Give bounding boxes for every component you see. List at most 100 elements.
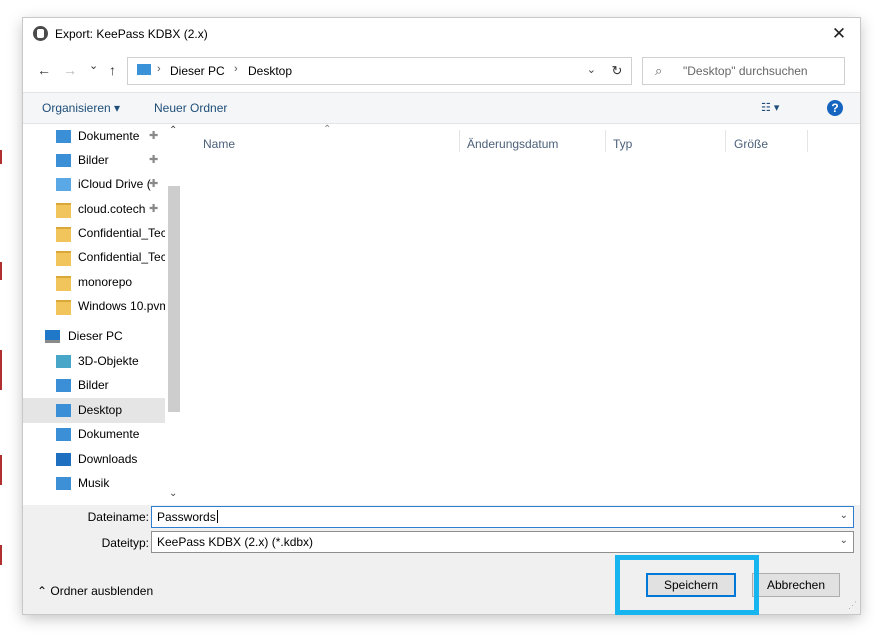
breadcrumb-dieser-pc[interactable]: Dieser PC xyxy=(170,64,225,78)
sidebar-item-label: Confidential_Tec xyxy=(78,226,167,240)
scroll-down-icon[interactable]: ⌄ xyxy=(169,488,177,499)
background-edge xyxy=(0,0,22,640)
column-divider[interactable] xyxy=(807,130,808,152)
pictures-icon xyxy=(56,154,71,167)
new-folder-button[interactable]: Neuer Ordner xyxy=(154,101,227,115)
sort-ascending-icon: ⌃ xyxy=(323,124,332,135)
forward-button[interactable]: → xyxy=(63,62,77,78)
sidebar-item-windows-10-pvm[interactable]: Windows 10.pvm xyxy=(23,294,169,319)
pin-icon: ✚ xyxy=(149,203,159,215)
sidebar-item-monorepo[interactable]: monorepo xyxy=(23,270,165,295)
documents-icon xyxy=(56,130,71,143)
sidebar-item-label: Confidential_Tec xyxy=(78,250,167,264)
sidebar-item-dokumente-pc[interactable]: Dokumente xyxy=(23,422,165,447)
column-header-name[interactable]: Name xyxy=(203,137,235,151)
3d-objects-icon xyxy=(56,355,71,368)
keepass-lock-icon xyxy=(33,26,48,41)
refresh-button[interactable]: ↻ xyxy=(603,57,632,85)
folder-icon xyxy=(56,203,71,218)
window-title: Export: KeePass KDBX (2.x) xyxy=(55,27,208,41)
filetype-dropdown-icon[interactable]: ⌄ xyxy=(840,535,848,546)
sidebar-item-label: cloud.cotech xyxy=(78,202,146,216)
file-list[interactable]: ⌃ Name Änderungsdatum Typ Größe xyxy=(183,124,860,505)
cancel-button[interactable]: Abbrechen xyxy=(752,573,840,597)
sidebar-item-downloads[interactable]: Downloads xyxy=(23,447,165,472)
sidebar-item-label: Dokumente xyxy=(78,129,140,143)
filename-label: Dateiname: xyxy=(87,510,149,524)
resize-grip-icon[interactable]: ⋰ xyxy=(848,600,857,611)
address-dropdown-icon[interactable]: ⌄ xyxy=(587,63,596,76)
sidebar-item-musik[interactable]: Musik xyxy=(23,471,165,496)
scrollbar-thumb[interactable] xyxy=(168,186,180,412)
filetype-select[interactable]: KeePass KDBX (2.x) (*.kdbx) ⌄ xyxy=(151,531,854,553)
sidebar-item-bilder[interactable]: Bilder ✚ xyxy=(23,148,165,173)
command-bar: Organisieren ▾ Neuer Ordner ☷ ▾ ? xyxy=(23,92,860,123)
back-button[interactable]: ← xyxy=(37,62,51,78)
column-header-size[interactable]: Größe xyxy=(734,137,768,151)
pin-icon: ✚ xyxy=(149,154,159,166)
desktop-icon xyxy=(56,404,71,417)
browser-area: Dokumente ✚ Bilder ✚ iCloud Drive ( ✚ cl… xyxy=(23,123,860,505)
pictures-icon xyxy=(56,379,71,392)
sidebar-item-label: Desktop xyxy=(78,403,123,417)
scroll-up-icon[interactable]: ⌃ xyxy=(169,125,177,136)
filename-input[interactable]: Passwords ⌄ xyxy=(151,506,854,528)
column-divider[interactable] xyxy=(725,130,726,152)
downloads-icon xyxy=(56,453,71,466)
breadcrumb-separator: › xyxy=(234,63,238,75)
close-button[interactable]: ✕ xyxy=(818,18,860,50)
sidebar-item-3d-objekte[interactable]: 3D-Objekte xyxy=(23,349,165,374)
sidebar-item-dieser-pc[interactable]: Dieser PC xyxy=(23,324,165,349)
music-icon xyxy=(56,477,71,490)
sidebar-item-label: Dokumente xyxy=(78,427,140,441)
address-bar[interactable]: › Dieser PC › Desktop ⌄ xyxy=(127,57,605,85)
recent-locations-button[interactable]: ⌄ xyxy=(89,59,98,72)
sidebar-item-confidential-2[interactable]: Confidential_Tec xyxy=(23,245,167,270)
search-input[interactable]: ⌕ "Desktop" durchsuchen xyxy=(642,57,845,85)
sidebar-item-icloud-drive[interactable]: iCloud Drive ( ✚ xyxy=(23,172,165,197)
sidebar-item-label: Windows 10.pvm xyxy=(78,299,170,313)
sidebar-item-label: 3D-Objekte xyxy=(78,354,139,368)
sidebar-item-label: Dieser PC xyxy=(68,329,123,343)
column-divider[interactable] xyxy=(605,130,606,152)
filetype-value: KeePass KDBX (2.x) (*.kdbx) xyxy=(157,535,314,549)
column-header-date[interactable]: Änderungsdatum xyxy=(467,137,558,151)
sidebar-item-label: Musik xyxy=(78,476,110,490)
help-icon[interactable]: ? xyxy=(827,100,843,116)
folder-icon xyxy=(56,251,71,266)
navigation-bar: ← → ⌄ ↑ › Dieser PC › Desktop ⌄ ↻ ⌕ "Des… xyxy=(23,50,860,92)
navigation-pane: Dokumente ✚ Bilder ✚ iCloud Drive ( ✚ cl… xyxy=(23,124,183,505)
sidebar-item-label: iCloud Drive ( xyxy=(78,177,151,191)
this-pc-icon xyxy=(45,330,60,343)
up-button[interactable]: ↑ xyxy=(109,62,116,78)
column-divider[interactable] xyxy=(459,130,460,152)
filename-value: Passwords xyxy=(157,510,218,524)
search-placeholder: "Desktop" durchsuchen xyxy=(683,64,808,78)
sidebar-item-confidential-1[interactable]: Confidential_Tec xyxy=(23,221,167,246)
documents-icon xyxy=(56,428,71,441)
folder-icon xyxy=(56,300,71,315)
folder-icon xyxy=(56,276,71,291)
column-header-type[interactable]: Typ xyxy=(613,137,632,151)
pin-icon: ✚ xyxy=(149,178,159,190)
sidebar-item-bilder-pc[interactable]: Bilder xyxy=(23,373,165,398)
save-dialog: Export: KeePass KDBX (2.x) ✕ ← → ⌄ ↑ › D… xyxy=(23,18,860,615)
view-options-button[interactable]: ☷ ▾ xyxy=(761,101,779,114)
sidebar-item-cloud-cotech[interactable]: cloud.cotech ✚ xyxy=(23,197,165,222)
sidebar-item-dokumente[interactable]: Dokumente ✚ xyxy=(23,124,165,149)
title-bar: Export: KeePass KDBX (2.x) ✕ xyxy=(23,18,860,50)
filetype-label: Dateityp: xyxy=(101,536,149,550)
filename-dropdown-icon[interactable]: ⌄ xyxy=(840,510,848,521)
sidebar-scrollbar[interactable]: ⌃ ⌄ xyxy=(165,124,183,505)
hide-folders-button[interactable]: ⌃ Ordner ausblenden xyxy=(37,584,153,598)
sidebar-item-desktop[interactable]: Desktop xyxy=(23,398,165,423)
search-icon: ⌕ xyxy=(655,63,663,78)
organize-button[interactable]: Organisieren ▾ xyxy=(42,101,120,115)
folder-icon xyxy=(137,64,151,75)
sidebar-item-label: Bilder xyxy=(78,378,109,392)
sidebar-item-label: Bilder xyxy=(78,153,109,167)
breadcrumb-desktop[interactable]: Desktop xyxy=(248,64,292,78)
icloud-icon xyxy=(56,178,71,191)
sidebar-item-label: monorepo xyxy=(78,275,133,289)
save-button-highlight xyxy=(615,555,759,615)
